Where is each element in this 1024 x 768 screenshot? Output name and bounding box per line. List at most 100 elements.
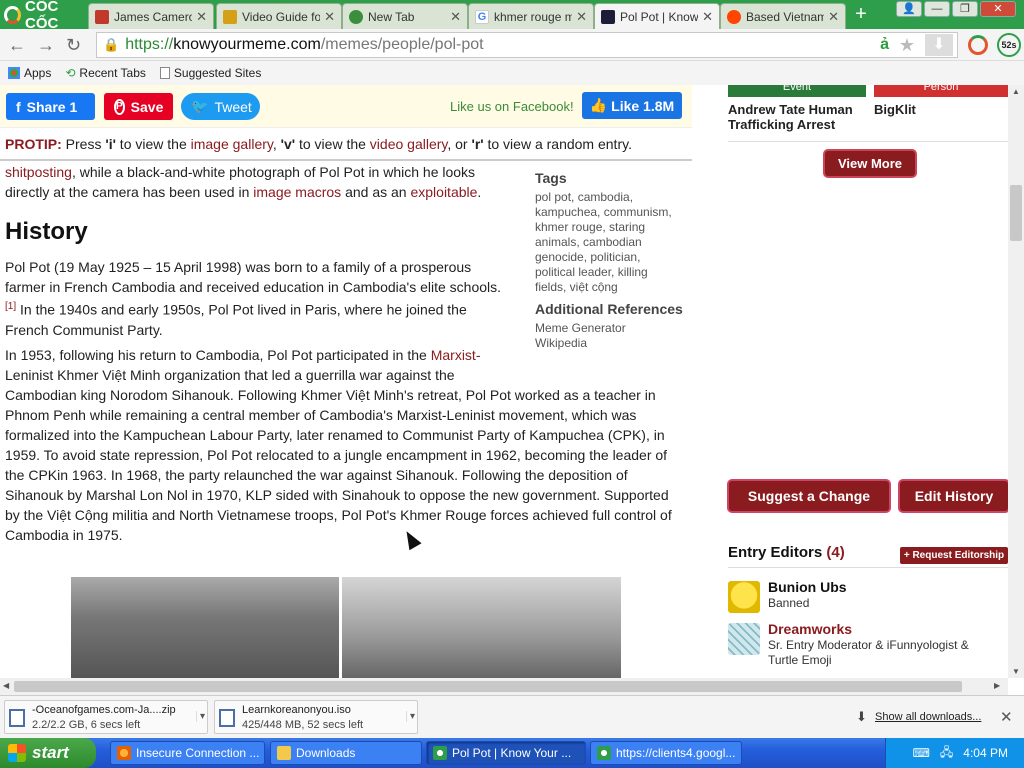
exploitable-link[interactable]: exploitable (410, 184, 477, 200)
close-icon[interactable]: ✕ (828, 9, 839, 25)
network-icon[interactable]: 🖧 (940, 743, 953, 764)
tag-links[interactable]: political leader, killing (535, 265, 685, 280)
tag-links[interactable]: khmer rouge, staring (535, 220, 685, 235)
user-icon[interactable]: 👤 (896, 1, 922, 17)
close-icon[interactable]: ✕ (576, 9, 587, 25)
tag-links[interactable]: fields, việt cộng (535, 280, 685, 295)
bookmark-label: Recent Tabs (79, 66, 146, 80)
view-more-button[interactable]: View More (825, 151, 915, 176)
tag-links[interactable]: kampuchea, communism, (535, 205, 685, 220)
download-item[interactable]: Learnkoreanonyou.iso 425/448 MB, 52 secs… (214, 700, 418, 734)
tweet-button[interactable]: 🐦 Tweet (181, 93, 260, 120)
timer-badge[interactable]: 52s (997, 33, 1021, 57)
vertical-scrollbar[interactable]: ▲ ▼ (1008, 85, 1024, 678)
scroll-right-icon[interactable]: ▶ (994, 681, 1000, 690)
close-icon[interactable]: ✕ (196, 9, 207, 25)
star-icon[interactable]: ★ (899, 35, 915, 56)
url-bar[interactable]: 🔒 https://knowyourmeme.com/memes/people/… (96, 32, 958, 58)
start-button[interactable]: start (0, 738, 96, 768)
close-icon[interactable]: ✕ (702, 9, 713, 25)
key-r: 'r' (471, 136, 484, 152)
history-paragraph-2: In 1953, following his return to Cambodi… (5, 345, 687, 545)
thumbs-up-icon: 👍 (589, 97, 612, 113)
editor-name[interactable]: Bunion Ubs (768, 579, 847, 595)
trending-entry-link[interactable]: Andrew Tate Human Trafficking Arrest (728, 102, 868, 132)
bookmark-suggested-sites[interactable]: Suggested Sites (159, 66, 261, 80)
windows-logo-icon (8, 744, 26, 762)
tab-khmer-rouge[interactable]: G khmer rouge me ✕ (468, 3, 594, 29)
tab-james-cameron[interactable]: James Cameron ✕ (88, 3, 214, 29)
task-label: https://clients4.googl... (616, 746, 736, 760)
shitposting-link[interactable]: shitposting (5, 164, 72, 180)
downloads-shelf: -Oceanofgames.com-Ja....zip 2.2/2.2 GB, … (0, 695, 1024, 738)
archive-file-icon (9, 709, 25, 727)
trending-entry-link[interactable]: BigKlit (874, 102, 1004, 117)
taskbar-item-pol-pot[interactable]: Pol Pot | Know Your ... (426, 741, 586, 765)
tag-links[interactable]: genocide, politician, (535, 250, 685, 265)
facebook-share-button[interactable]: f Share 1 (6, 93, 95, 120)
pol-pot-portrait-photo[interactable] (342, 577, 621, 678)
close-icon[interactable]: ✕ (450, 9, 461, 25)
reference-link[interactable]: [1] (5, 301, 16, 312)
bookmark-recent-tabs[interactable]: ⟲ Recent Tabs (65, 66, 146, 80)
tab-new-tab[interactable]: New Tab ✕ (342, 3, 468, 29)
chevron-down-icon[interactable]: ▾ (195, 711, 205, 722)
marxist-leninist-link[interactable]: Marxist- (431, 347, 481, 363)
horizontal-scrollbar[interactable]: ◀ ▶ (0, 678, 1008, 695)
new-tab-button[interactable]: + (850, 4, 872, 25)
scrollbar-thumb[interactable] (14, 681, 962, 692)
pinterest-save-button[interactable]: P Save (104, 93, 173, 120)
show-all-downloads-link[interactable]: Show all downloads... (875, 711, 981, 723)
tab-pol-pot[interactable]: Pol Pot | Know ✕ (594, 3, 720, 29)
taskbar-item-firefox[interactable]: Insecure Connection ... (110, 741, 265, 765)
scroll-up-icon[interactable]: ▲ (1012, 87, 1020, 96)
suggest-change-button[interactable]: Suggest a Change (729, 481, 889, 511)
close-icon[interactable]: ✕ (324, 9, 335, 25)
keyboard-icon[interactable]: ⌨ (913, 746, 930, 760)
scroll-down-icon[interactable]: ▼ (1012, 667, 1020, 676)
tag-links[interactable]: pol pot, cambodia, (535, 190, 685, 205)
request-editorship-button[interactable]: + Request Editorship (900, 547, 1008, 564)
reload-icon[interactable]: ↻ (66, 35, 81, 56)
image-gallery-link[interactable]: image gallery (191, 136, 273, 152)
video-gallery-link[interactable]: video gallery (370, 136, 448, 152)
tab-video-guide[interactable]: Video Guide for ✕ (216, 3, 342, 29)
edit-history-button[interactable]: Edit History (900, 481, 1008, 511)
scroll-left-icon[interactable]: ◀ (3, 681, 9, 690)
taskbar-item-google[interactable]: https://clients4.googl... (590, 741, 742, 765)
bookmarks-bar: Apps ⟲ Recent Tabs Suggested Sites (0, 61, 1024, 85)
share-bar: f Share 1 P Save 🐦 Tweet Like us on Faceboo… (0, 85, 692, 128)
taskbar-item-downloads[interactable]: Downloads (270, 741, 422, 765)
pol-pot-jungle-photo[interactable] (71, 577, 339, 678)
tag-links[interactable]: animals, cambodian (535, 235, 685, 250)
coccoc-extension-icon[interactable] (968, 35, 988, 55)
task-label: Insecure Connection ... (136, 746, 260, 760)
bookmark-apps[interactable]: Apps (8, 66, 51, 80)
close-window-button[interactable]: ✕ (980, 1, 1016, 17)
download-item[interactable]: -Oceanofgames.com-Ja....zip 2.2/2.2 GB, … (4, 700, 208, 734)
editor-name[interactable]: Dreamworks (768, 621, 852, 637)
close-icon[interactable]: ✕ (1000, 708, 1013, 726)
image-macros-link[interactable]: image macros (253, 184, 341, 200)
tab-based-vietnam[interactable]: Based Vietnam ✕ (720, 3, 846, 29)
coccoc-dictionary-icon[interactable]: ả (880, 36, 889, 54)
browser-brand: CỐC CỐC (25, 0, 59, 32)
share-label: Share 1 (26, 98, 78, 115)
meme-generator-link[interactable]: Meme Generator (535, 321, 685, 336)
restore-button[interactable]: ❐ (952, 1, 978, 17)
wikipedia-link[interactable]: Wikipedia (535, 336, 685, 351)
url-host: knowyourmeme.com (173, 36, 321, 53)
avatar[interactable] (728, 623, 760, 655)
facebook-like-button[interactable]: 👍 Like 1.8M (582, 92, 682, 119)
text-line: Cambodia in 1975. (5, 527, 123, 543)
coccoc-menu-button[interactable]: CỐC CỐC (0, 0, 90, 32)
editor-entry: Dreamworks Sr. Entry Moderator & iFunnyo… (728, 621, 1008, 671)
forward-icon[interactable]: → (37, 35, 55, 56)
scrollbar-thumb[interactable] (1010, 185, 1022, 241)
avatar[interactable] (728, 581, 760, 613)
chevron-down-icon[interactable]: ▾ (405, 711, 415, 722)
clock[interactable]: 4:04 PM (963, 746, 1008, 760)
download-icon[interactable]: ⬇ (925, 34, 953, 56)
back-icon[interactable]: ← (8, 35, 26, 56)
minimize-button[interactable]: — (924, 1, 950, 17)
